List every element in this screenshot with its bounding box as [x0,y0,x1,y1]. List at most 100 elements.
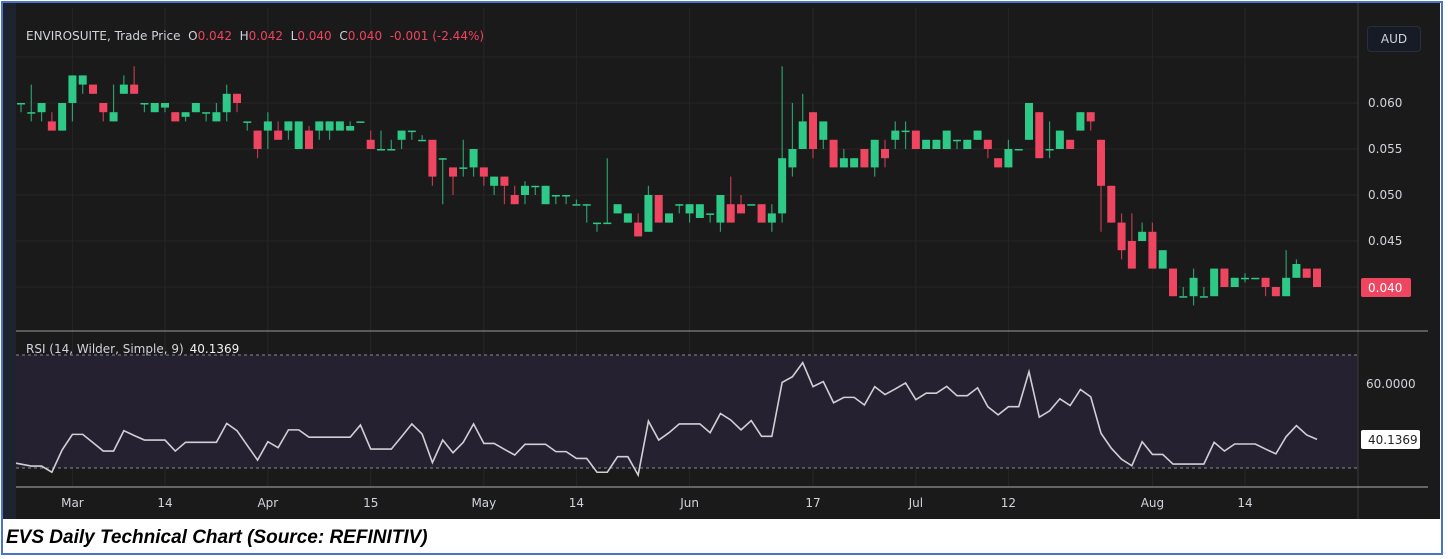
candle [150,103,159,113]
price-legend: ENVIROSUITE, Trade Price O0.042 H0.042 L… [26,29,484,43]
candle-body [706,213,715,215]
candle [1169,268,1177,297]
candle-body [335,121,344,131]
candle-body [541,185,550,205]
candle-body [634,222,643,237]
candle [1241,273,1249,283]
candle-body [27,112,36,114]
time-tick-label: 14 [157,496,172,510]
candle-body [407,130,416,133]
candle-body [17,103,25,105]
candle [1107,185,1116,223]
candle-body [1138,231,1147,241]
candle-body [366,139,375,149]
candle [521,181,529,205]
candle-body [377,149,385,151]
candle-body [284,121,293,131]
candle-body [1035,112,1044,159]
candle-body [181,112,190,117]
candle [757,204,766,223]
candle-body [809,112,817,149]
candle-body [983,139,992,149]
last-price-label: 0.040 [1361,278,1411,297]
candle [356,121,365,123]
candle-body [695,204,704,218]
candle-body [212,112,221,122]
candle [284,121,293,140]
candle [726,176,735,223]
candle-body [37,103,46,113]
candle [449,167,457,195]
candle-body [47,121,56,131]
candle-body [829,139,838,168]
candle-body [346,126,355,131]
candle-body [171,112,180,122]
time-tick-label: May [471,496,496,510]
candle [737,195,745,214]
candle-body [1230,277,1239,287]
candle-body [150,103,159,113]
candle [377,130,385,151]
candle-body [726,204,735,223]
candle-body [953,139,961,142]
candle [767,204,776,232]
time-axis: Mar 14 Apr 15 May 14 Jun 17 Jul 12 Aug 14 [61,496,1253,510]
candle [695,204,704,218]
candle-body [675,204,684,206]
candle [798,93,807,149]
candle [68,75,77,122]
candle [1148,222,1157,269]
candle-body [510,195,519,205]
candle [747,204,756,206]
candle [809,112,817,159]
candle-body [119,84,128,94]
candle-body [778,158,787,214]
candle-body [1251,277,1260,280]
candle [716,195,725,232]
candle [551,195,560,205]
low-value: 0.040 [297,29,332,43]
candle [212,103,221,122]
candle-body [922,139,931,149]
figure-caption: EVS Daily Technical Chart (Source: REFIN… [6,527,428,548]
price-axis: 0.060 0.055 0.050 0.045 [1368,96,1402,248]
candle-body [593,222,601,225]
candle-body [623,213,632,223]
candle [469,149,478,177]
candle-body [500,176,509,186]
candle [654,195,663,223]
candle [161,103,169,113]
currency-button[interactable]: AUD [1367,26,1421,52]
candle [870,139,879,177]
candle [1189,268,1198,306]
candle [325,121,334,140]
candle-body [757,204,766,223]
candle-body [89,84,97,94]
candle-body [737,204,745,214]
candle [706,213,715,223]
candle [335,121,344,131]
candle [171,112,180,122]
candle-body [1107,185,1116,223]
candle [459,139,468,177]
candle-body [1313,268,1321,287]
candle-body [963,139,972,149]
rsi-tick-60: 60.0000 [1366,377,1416,391]
candle [510,185,519,205]
candle [685,204,694,223]
candle [881,139,889,168]
candle-body [1158,250,1167,269]
candle [47,112,56,131]
candle-body [521,185,529,195]
candle [1014,149,1023,151]
candle-body [438,158,447,160]
candle [479,167,488,186]
candle [613,204,622,214]
candle-body [1045,149,1054,151]
candle-body [860,149,869,168]
candle-body [459,167,468,169]
candle-body [716,195,725,223]
candle [315,121,324,140]
price-tick-label: 0.055 [1368,142,1402,156]
candle [901,121,910,149]
